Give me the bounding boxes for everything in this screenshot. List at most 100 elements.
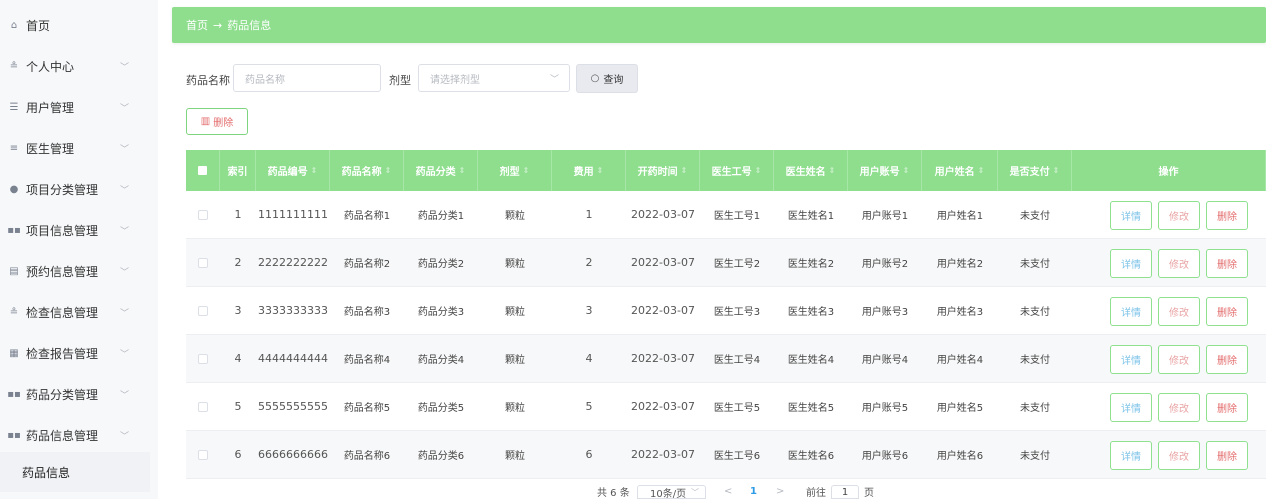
- sidebar-item-3[interactable]: ≡ 医生管理 ﹀: [0, 128, 158, 169]
- delete-button[interactable]: 删除: [1206, 345, 1248, 374]
- row-checkbox[interactable]: [198, 257, 208, 268]
- table-row: 1 1111111111 药品名称1 药品分类1 颗粒 1 2022-03-07 医生工号1 医…: [186, 191, 1266, 239]
- delete-button[interactable]: 删除: [1206, 297, 1248, 326]
- detail-button[interactable]: 详情: [1110, 201, 1152, 230]
- table-cell: 6: [585, 448, 593, 461]
- chevron-down-icon: ﹀: [120, 186, 130, 196]
- column-header[interactable]: 药品分类 ⇕: [404, 150, 478, 191]
- detail-button[interactable]: 详情: [1110, 297, 1152, 326]
- column-header[interactable]: 费用 ⇕: [552, 150, 626, 191]
- sidebar-item-1[interactable]: ≗ 个人中心 ﹀: [0, 46, 158, 87]
- chevron-down-icon: ﹀: [120, 391, 130, 401]
- sidebar-subitem-drug-info[interactable]: 药品信息: [0, 452, 150, 492]
- column-header-label: 费用: [573, 167, 594, 178]
- table-row: 2 2222222222 药品名称2 药品分类2 颗粒 2 2022-03-07 医生工号2 医…: [186, 239, 1266, 287]
- row-select-cell: [186, 191, 220, 238]
- sidebar-item-2[interactable]: ☰ 用户管理 ﹀: [0, 87, 158, 128]
- table-cell: 医生姓名2: [787, 259, 835, 270]
- table-cell: 4: [585, 352, 593, 365]
- home-icon: ⌂: [10, 20, 18, 31]
- batch-delete-button[interactable]: ▥ 删除: [186, 108, 248, 135]
- delete-button[interactable]: 删除: [1206, 441, 1248, 470]
- sidebar-item-4[interactable]: ● 项目分类管理 ﹀: [0, 169, 158, 210]
- column-header-label: 用户姓名: [934, 167, 975, 178]
- table-cell: 未支付: [1020, 259, 1050, 270]
- grid-icon: ▪▪: [7, 389, 21, 400]
- pagination-total: 共 6 条: [597, 488, 630, 499]
- sidebar-item-5[interactable]: ▪▪ 项目信息管理 ﹀: [0, 210, 158, 251]
- sort-icon[interactable]: ⇕: [385, 166, 392, 175]
- sidebar-item-9[interactable]: ▪▪ 药品分类管理 ﹀: [0, 374, 158, 415]
- column-header[interactable]: 医生工号 ⇕: [700, 150, 774, 191]
- column-header[interactable]: 是否支付 ⇕: [998, 150, 1072, 191]
- search-type-select[interactable]: 请选择剂型 ﹀: [418, 64, 570, 92]
- sidebar-item-6[interactable]: ▤ 预约信息管理 ﹀: [0, 251, 158, 292]
- column-header-label: 用户账号: [859, 167, 900, 178]
- edit-button[interactable]: 修改: [1158, 441, 1200, 470]
- sort-icon[interactable]: ⇕: [829, 166, 836, 175]
- person-icon: ≗: [9, 307, 19, 318]
- sidebar-item-label: 项目分类管理: [26, 183, 99, 197]
- detail-button[interactable]: 详情: [1110, 393, 1152, 422]
- column-header[interactable]: 用户账号 ⇕: [848, 150, 922, 191]
- delete-button[interactable]: 删除: [1206, 249, 1248, 278]
- sort-icon[interactable]: ⇕: [978, 166, 985, 175]
- column-header[interactable]: 开药时间 ⇕: [626, 150, 700, 191]
- sort-icon[interactable]: ⇕: [311, 166, 318, 175]
- sort-icon[interactable]: ⇕: [1053, 166, 1060, 175]
- column-header[interactable]: 用户姓名 ⇕: [922, 150, 998, 191]
- table-cell: 用户账号2: [861, 259, 909, 270]
- page-size-select[interactable]: 10条/页 ﹀: [637, 485, 706, 499]
- table-cell: 药品名称5: [343, 403, 391, 414]
- pagination-current-page[interactable]: 1: [750, 484, 757, 499]
- row-checkbox[interactable]: [198, 353, 208, 364]
- sidebar-item-label: 检查信息管理: [26, 306, 99, 320]
- table-cell: 未支付: [1020, 211, 1050, 222]
- sidebar-item-7[interactable]: ≗ 检查信息管理 ﹀: [0, 292, 158, 333]
- column-header[interactable]: 药品名称 ⇕: [330, 150, 404, 191]
- search-name-input[interactable]: 药品名称: [233, 64, 381, 92]
- delete-button[interactable]: 删除: [1206, 393, 1248, 422]
- column-header-label: 操作: [1158, 167, 1179, 178]
- column-header[interactable]: 剂型 ⇕: [478, 150, 552, 191]
- sidebar-item-0[interactable]: ⌂ 首页: [0, 5, 158, 46]
- header-select-all[interactable]: [186, 150, 220, 191]
- table-cell: 医生姓名4: [787, 355, 835, 366]
- row-checkbox[interactable]: [198, 401, 208, 412]
- row-checkbox[interactable]: [198, 449, 208, 460]
- pagination-next[interactable]: >: [776, 484, 784, 499]
- table-cell: 医生姓名5: [787, 403, 835, 414]
- sort-icon[interactable]: ⇕: [597, 166, 604, 175]
- query-button[interactable]: ○ 查询: [576, 64, 638, 93]
- table-cell: 未支付: [1020, 307, 1050, 318]
- edit-button[interactable]: 修改: [1158, 345, 1200, 374]
- sidebar-item-8[interactable]: ▦ 检查报告管理 ﹀: [0, 333, 158, 374]
- sort-icon[interactable]: ⇕: [681, 166, 688, 175]
- row-checkbox[interactable]: [198, 209, 208, 220]
- sort-icon[interactable]: ⇕: [459, 166, 466, 175]
- detail-button[interactable]: 详情: [1110, 249, 1152, 278]
- edit-button[interactable]: 修改: [1158, 201, 1200, 230]
- breadcrumb-home[interactable]: 首页: [186, 17, 208, 33]
- edit-button[interactable]: 修改: [1158, 297, 1200, 326]
- detail-button[interactable]: 详情: [1110, 441, 1152, 470]
- pagination-prev[interactable]: <: [724, 484, 732, 499]
- detail-button[interactable]: 详情: [1110, 345, 1152, 374]
- table-cell: 医生姓名6: [787, 451, 835, 462]
- search-type-label: 剂型: [389, 74, 411, 87]
- sidebar-item-10[interactable]: ▪▪ 药品信息管理 ﹀: [0, 415, 158, 456]
- select-all-checkbox[interactable]: [198, 166, 207, 175]
- table-cell: 4444444444: [258, 352, 328, 365]
- row-checkbox[interactable]: [198, 305, 208, 316]
- column-header[interactable]: 医生姓名 ⇕: [774, 150, 848, 191]
- sort-icon[interactable]: ⇕: [523, 166, 530, 175]
- table-cell: 用户姓名2: [936, 259, 984, 270]
- sort-icon[interactable]: ⇕: [903, 166, 910, 175]
- row-select-cell: [186, 335, 220, 382]
- column-header[interactable]: 药品编号 ⇕: [256, 150, 330, 191]
- edit-button[interactable]: 修改: [1158, 393, 1200, 422]
- sort-icon[interactable]: ⇕: [755, 166, 762, 175]
- delete-button[interactable]: 删除: [1206, 201, 1248, 230]
- pagination-goto-input[interactable]: 1: [831, 485, 859, 499]
- edit-button[interactable]: 修改: [1158, 249, 1200, 278]
